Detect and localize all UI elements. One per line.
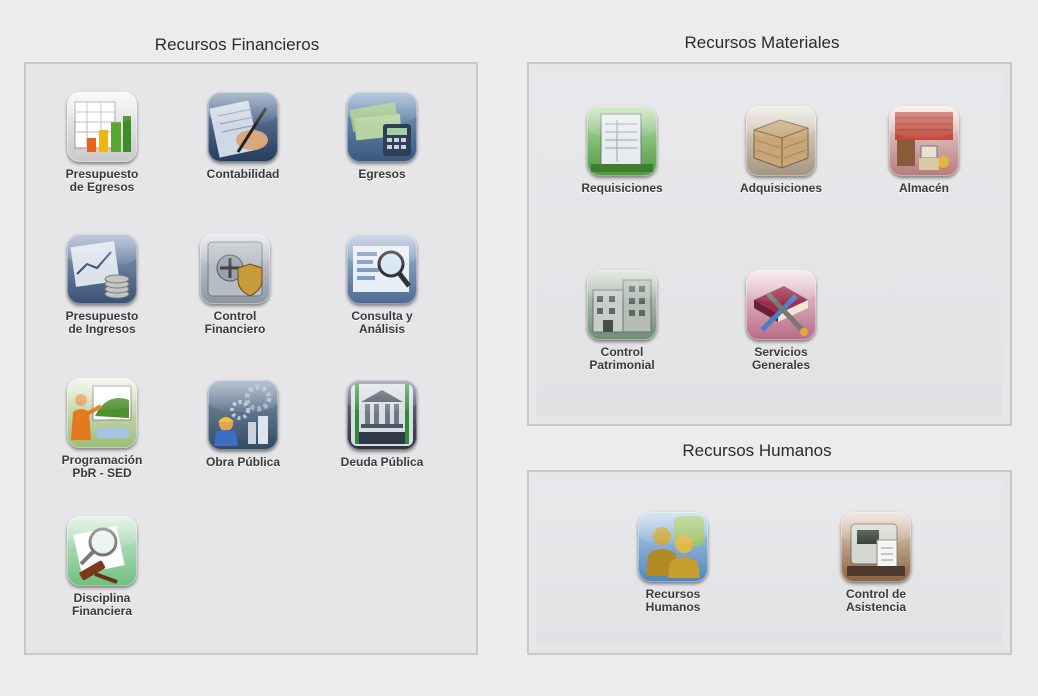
accounting-pen-icon [208,92,278,162]
module-label: Control de Asistencia [845,587,907,614]
module-label: Presupuesto de Ingresos [65,309,139,336]
building-icon [587,270,657,340]
module-control-patrimonial[interactable]: Control Patrimonial [567,270,677,372]
module-control-asistencia[interactable]: Control de Asistencia [821,512,931,614]
cash-calculator-icon [347,92,417,162]
module-label: Programación PbR - SED [61,453,143,480]
construction-worker-icon [208,380,278,450]
time-clock-icon [841,512,911,582]
module-presupuesto-ingresos[interactable]: Presupuesto de Ingresos [47,234,157,336]
gavel-magnifier-icon [67,516,137,586]
module-obra-publica[interactable]: Obra Pública [188,380,298,469]
module-label: Almacén [898,181,950,195]
budget-chart-icon [67,92,137,162]
vault-shield-icon [200,234,270,304]
module-label: Deuda Pública [340,455,424,469]
module-servicios-generales[interactable]: Servicios Generales [726,270,836,372]
module-almacen[interactable]: Almacén [869,106,979,195]
module-adquisiciones[interactable]: Adquisiciones [726,106,836,195]
tools-book-icon [746,270,816,340]
module-label: Control Financiero [204,309,266,336]
crate-icon [746,106,816,176]
warehouse-icon [889,106,959,176]
financieros-title: Recursos Financieros [154,35,320,54]
module-label: Obra Pública [205,455,281,469]
module-label: Disciplina Financiera [71,591,133,618]
module-control-financiero[interactable]: Control Financiero [180,234,290,336]
module-disciplina-financiera[interactable]: Disciplina Financiera [47,516,157,618]
module-label: Control Patrimonial [589,345,655,372]
module-label: Consulta y Análisis [351,309,413,336]
module-egresos[interactable]: Egresos [327,92,437,181]
humanos-title: Recursos Humanos [682,441,832,460]
module-consulta-analisis[interactable]: Consulta y Análisis [327,234,437,336]
module-deuda-publica[interactable]: Deuda Pública [327,380,437,469]
module-presupuesto-egresos[interactable]: Presupuesto de Egresos [47,92,157,194]
income-coins-icon [67,234,137,304]
module-label: Recursos Humanos [645,587,701,614]
planning-presentation-icon [67,378,137,448]
module-label: Adquisiciones [739,181,822,195]
module-programacion-pbr[interactable]: Programación PbR - SED [47,378,157,480]
module-recursos-humanos[interactable]: Recursos Humanos [618,512,728,614]
module-label: Contabilidad [206,167,280,181]
module-contabilidad[interactable]: Contabilidad [188,92,298,181]
bank-icon [347,380,417,450]
humanos-panel [527,470,1012,655]
materiales-title: Recursos Materiales [684,33,840,52]
module-label: Presupuesto de Egresos [65,167,139,194]
requisition-form-icon [587,106,657,176]
module-requisiciones[interactable]: Requisiciones [567,106,677,195]
magnifier-report-icon [347,234,417,304]
module-label: Servicios Generales [751,345,811,372]
people-icon [638,512,708,582]
module-label: Egresos [358,167,406,181]
module-label: Requisiciones [581,181,663,195]
